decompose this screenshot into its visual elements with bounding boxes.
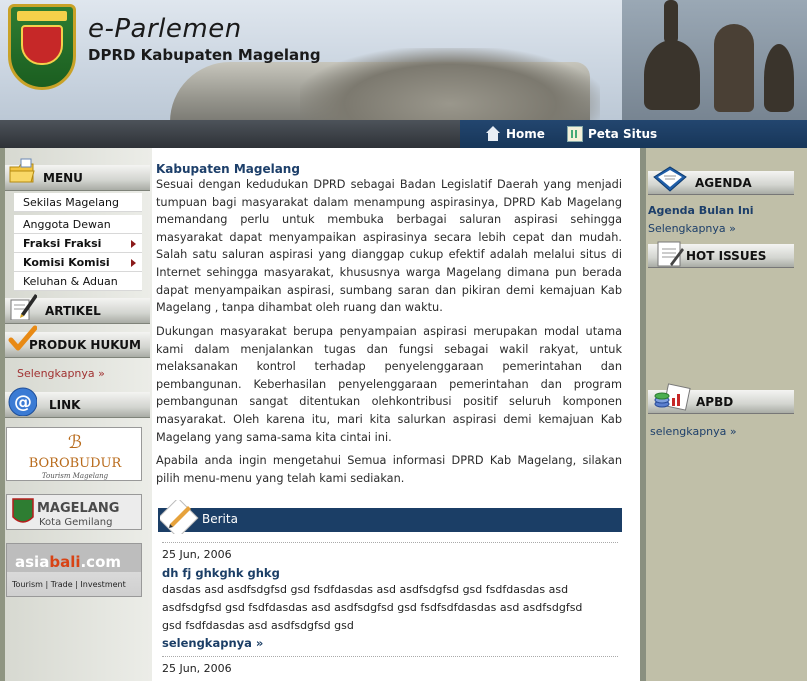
- asiabali-brand-c: .com: [80, 553, 121, 571]
- menu-item-label: Sekilas Magelang: [23, 195, 119, 209]
- menu-item-keluhan-aduan[interactable]: Keluhan & Aduan: [14, 272, 142, 291]
- agenda-header: AGENDA: [648, 166, 794, 195]
- menu-header: MENU: [5, 158, 150, 191]
- header-nav-bar-left: [0, 120, 460, 148]
- hot-issues-title: HOT ISSUES: [686, 249, 767, 263]
- news-more-link[interactable]: selengkapnya »: [162, 636, 263, 650]
- nav-sitemap-label: Peta Situs: [588, 127, 658, 141]
- magelang-banner-tagline: Kota Gemilang: [39, 517, 112, 528]
- borobudur-name: BOROBUDUR: [29, 456, 123, 471]
- borobudur-tagline: Tourism Magelang: [42, 472, 109, 480]
- intro-paragraph-1: Sesuai dengan kedudukan DPRD sebagai Bad…: [156, 178, 622, 315]
- nav-home-link[interactable]: Home: [485, 122, 545, 146]
- agenda-more-link[interactable]: Selengkapnya »: [648, 222, 736, 235]
- menu-item-sekilas-magelang[interactable]: Sekilas Magelang: [14, 193, 142, 212]
- coins-chart-icon: [654, 383, 691, 411]
- agenda-title: AGENDA: [695, 176, 752, 190]
- svg-text:asiabali.com: asiabali.com: [15, 553, 121, 571]
- artikel-title: ARTIKEL: [45, 304, 101, 318]
- magelang-logo[interactable]: [8, 4, 76, 90]
- site-subtitle: DPRD Kabupaten Magelang: [88, 46, 321, 64]
- link-title: LINK: [49, 398, 81, 412]
- produk-hukum-header[interactable]: PRODUK HUKUM: [5, 325, 150, 358]
- page-title: Kabupaten Magelang: [156, 162, 300, 176]
- svg-text:ℬ: ℬ: [68, 432, 82, 453]
- berita-title: Berita: [202, 512, 238, 526]
- header-relief-figures: [300, 48, 600, 128]
- news-pen-icon: [160, 500, 199, 534]
- hot-issues-header: HOT ISSUES: [648, 241, 794, 268]
- menu-title: MENU: [43, 171, 83, 185]
- asiabali-logo: asiabali.com Tourism | Trade | Investmen…: [7, 544, 141, 589]
- asiabali-brand-b: bali: [49, 553, 80, 571]
- home-icon: [485, 126, 501, 142]
- menu-item-label: Komisi Komisi: [23, 255, 110, 269]
- folder-icon: [9, 158, 35, 183]
- header-borobudur-image: [622, 0, 807, 122]
- news-date: 25 Jun, 2006: [162, 662, 232, 675]
- nav-sitemap-link[interactable]: Peta Situs: [567, 122, 657, 146]
- sitemap-icon: [567, 126, 583, 142]
- site-header: e-Parlemen DPRD Kabupaten Magelang Home …: [0, 0, 807, 148]
- borobudur-banner-link[interactable]: ℬ BOROBUDUR Tourism Magelang: [6, 427, 142, 481]
- artikel-header[interactable]: ARTIKEL: [5, 294, 150, 324]
- menu-item-label: Fraksi Fraksi: [23, 236, 102, 250]
- link-header: @ LINK: [5, 387, 150, 418]
- produk-hukum-title: PRODUK HUKUM: [29, 338, 141, 352]
- intro-paragraph-2: Dukungan masyarakat berupa penyampaian a…: [156, 325, 622, 444]
- magelang-banner-name: MAGELANG: [37, 501, 119, 516]
- asiabali-brand-a: asia: [15, 553, 49, 571]
- chevron-right-icon: [131, 240, 136, 248]
- at-sign-icon: @: [8, 387, 37, 416]
- menu-item-fraksi-fraksi[interactable]: Fraksi Fraksi: [14, 234, 142, 253]
- news-body: dasdas asd asdfsdgfsd gsd fsdfdasdas asd…: [162, 583, 583, 632]
- notepad-icon: [657, 241, 684, 267]
- right-sidebar-strip: [640, 148, 646, 681]
- apbd-header: APBD: [648, 383, 794, 414]
- borobudur-logo: ℬ BOROBUDUR Tourism Magelang: [29, 432, 123, 480]
- agenda-book-icon: [653, 166, 687, 192]
- svg-text:@: @: [14, 392, 32, 413]
- agenda-subtitle-link[interactable]: Agenda Bulan Ini: [648, 204, 754, 217]
- menu-item-label: Keluhan & Aduan: [23, 274, 118, 288]
- news-date: 25 Jun, 2006: [162, 548, 232, 561]
- magelang-banner-link[interactable]: MAGELANG Kota Gemilang: [6, 494, 142, 530]
- menu-item-anggota-dewan[interactable]: Anggota Dewan: [14, 215, 142, 234]
- magelang-city-logo: MAGELANG Kota Gemilang: [12, 498, 119, 528]
- apbd-title: APBD: [696, 395, 734, 409]
- nav-home-label: Home: [506, 127, 545, 141]
- left-sidebar: MENU Sekilas Magelang Anggota Dewan Frak…: [0, 148, 152, 681]
- asiabali-tagline: Tourism | Trade | Investment: [11, 580, 126, 589]
- intro-paragraph-3: Apabila anda ingin mengetahui Semua info…: [156, 454, 622, 485]
- news-divider: [162, 542, 618, 543]
- right-sidebar: AGENDA Agenda Bulan Ini Selengkapnya » H…: [640, 148, 807, 681]
- asiabali-banner-link[interactable]: asiabali.com Tourism | Trade | Investmen…: [6, 543, 142, 597]
- news-title-link[interactable]: dh fj ghkghk ghkg: [162, 566, 280, 580]
- menu-item-label: Anggota Dewan: [23, 217, 111, 231]
- pen-icon: [10, 294, 37, 320]
- apbd-more-link[interactable]: selengkapnya »: [650, 425, 737, 438]
- produk-hukum-more-link[interactable]: Selengkapnya »: [17, 367, 105, 380]
- chevron-right-icon: [131, 259, 136, 267]
- menu-item-komisi-komisi[interactable]: Komisi Komisi: [14, 253, 142, 272]
- site-title: e-Parlemen: [88, 14, 242, 44]
- news-divider: [162, 656, 618, 657]
- main-content: Kabupaten Magelang Sesuai dengan keduduk…: [152, 148, 640, 681]
